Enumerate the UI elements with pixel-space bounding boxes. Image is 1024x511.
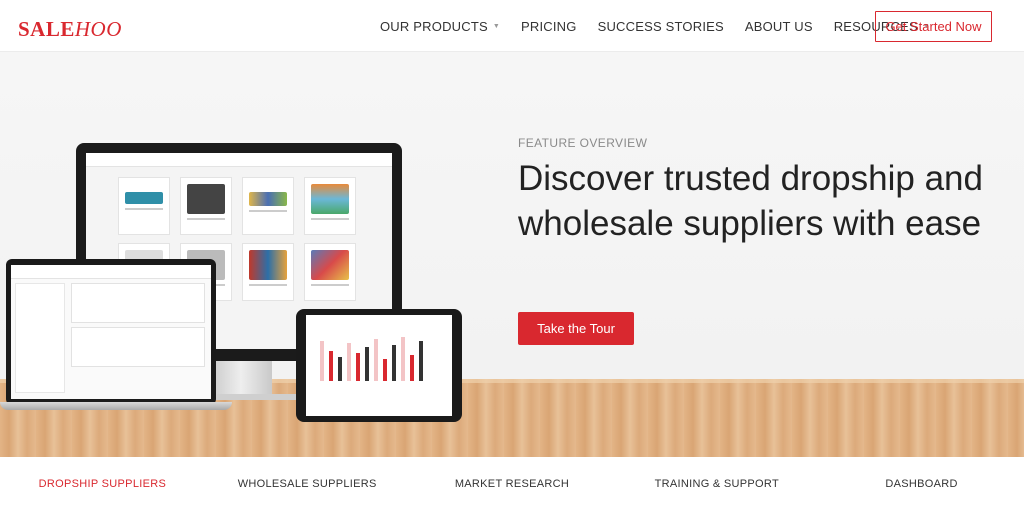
chart-bar	[347, 343, 351, 381]
nav-label: SUCCESS STORIES	[597, 18, 724, 34]
hero-headline: Discover trusted dropship and wholesale …	[518, 159, 983, 243]
screen-toolbar	[86, 153, 392, 167]
supplier-row	[71, 283, 205, 323]
screen-toolbar	[11, 265, 211, 279]
product-image	[249, 250, 287, 280]
get-started-button[interactable]: Get Started Now	[875, 11, 992, 42]
hero-eyebrow: FEATURE OVERVIEW	[518, 136, 648, 150]
product-line	[249, 284, 287, 286]
chart-bar	[392, 345, 396, 381]
product-image	[249, 192, 287, 206]
chart-bar	[320, 341, 324, 381]
laptop-screen	[11, 265, 211, 399]
product-line	[187, 218, 225, 220]
product-image	[311, 250, 349, 280]
monitor-stand	[210, 361, 272, 397]
laptop-image	[6, 259, 216, 405]
product-image	[311, 184, 349, 214]
nav-label: PRICING	[521, 18, 577, 34]
hero-section: FEATURE OVERVIEW Discover trusted dropsh…	[0, 52, 1024, 457]
nav-success-stories[interactable]: SUCCESS STORIES	[598, 19, 724, 34]
tab-market-research[interactable]: MARKET RESEARCH	[410, 457, 615, 511]
filter-sidebar	[15, 283, 65, 393]
salehoo-logo[interactable]: SALEHOO	[18, 17, 122, 42]
nav-about-us[interactable]: ABOUT US	[745, 19, 813, 34]
chart-bar	[374, 339, 378, 381]
tab-wholesale-suppliers[interactable]: WHOLESALE SUPPLIERS	[205, 457, 410, 511]
nav-label: ABOUT US	[744, 18, 813, 34]
chart-bar	[419, 341, 423, 381]
chart-bar	[410, 355, 414, 381]
tablet-bar-chart	[320, 335, 440, 381]
chart-bar	[365, 347, 369, 381]
tablet-screen	[306, 315, 452, 416]
tab-dropship-suppliers[interactable]: DROPSHIP SUPPLIERS	[0, 457, 205, 511]
product-line	[311, 218, 349, 220]
chart-bar	[338, 357, 342, 381]
product-line	[249, 210, 287, 212]
product-image	[187, 184, 225, 214]
chart-bar	[401, 337, 405, 381]
nav-label: OUR PRODUCTS	[380, 18, 488, 34]
nav-pricing[interactable]: PRICING	[521, 19, 577, 34]
nav-our-products[interactable]: OUR PRODUCTS ▼	[380, 19, 500, 34]
chart-bar	[329, 351, 333, 381]
product-card	[180, 177, 232, 235]
take-the-tour-button[interactable]: Take the Tour	[518, 312, 634, 345]
product-line	[311, 284, 349, 286]
chart-bar	[383, 359, 387, 381]
chevron-down-icon: ▼	[492, 22, 500, 30]
supplier-row	[71, 327, 205, 367]
product-line	[125, 208, 163, 210]
product-card	[118, 177, 170, 235]
laptop-base	[0, 402, 232, 410]
product-card	[242, 177, 294, 235]
product-card	[242, 243, 294, 301]
logo-text-hoo: HOO	[74, 17, 122, 41]
product-image	[125, 192, 163, 204]
site-header: SALEHOO OUR PRODUCTS ▼ PRICING SUCCESS S…	[0, 0, 1024, 52]
logo-text-sale: SALE	[18, 17, 75, 41]
main-nav: OUR PRODUCTS ▼ PRICING SUCCESS STORIES A…	[380, 0, 951, 52]
tab-training-support[interactable]: TRAINING & SUPPORT	[614, 457, 819, 511]
tab-dashboard[interactable]: DASHBOARD	[819, 457, 1024, 511]
product-card	[304, 243, 356, 301]
tablet-image	[296, 309, 462, 422]
feature-tabs: DROPSHIP SUPPLIERS WHOLESALE SUPPLIERS M…	[0, 457, 1024, 511]
product-card	[304, 177, 356, 235]
chart-bar	[356, 353, 360, 381]
